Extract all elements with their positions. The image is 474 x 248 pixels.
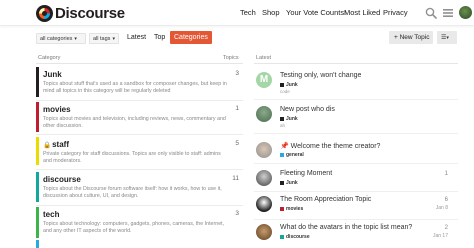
tag-filter-dropdown[interactable]: all tags ▾	[89, 33, 119, 44]
user-avatar[interactable]	[256, 224, 272, 240]
category-description: Private category for staff discussions. …	[43, 151, 221, 165]
divider	[254, 219, 458, 220]
site-logo[interactable]: Discourse	[36, 4, 125, 22]
user-avatar[interactable]	[256, 106, 272, 122]
topic-reply-count: 6	[444, 197, 448, 203]
topic-title[interactable]: Fleeting Moment	[280, 170, 332, 177]
topic-date: Jan 8	[435, 205, 448, 211]
category-row-tech[interactable]: tech 3 Topics about technology: computer…	[36, 207, 243, 238]
category-description: Topics about the Discourse forum softwar…	[43, 186, 222, 200]
divider	[254, 133, 458, 134]
category-color-swatch	[280, 181, 284, 185]
category-name[interactable]: tech	[43, 210, 59, 219]
divider	[36, 63, 243, 64]
tab-top[interactable]: Top	[150, 31, 169, 44]
user-avatar[interactable]	[256, 170, 272, 186]
latest-topic-item[interactable]: M Testing only, won't change Junk code	[256, 72, 456, 96]
category-filter-value: all categories	[40, 36, 73, 42]
category-row-discourse[interactable]: discourse 11 Topics about the Discourse …	[36, 172, 243, 202]
topic-category[interactable]: Junk	[280, 116, 298, 122]
topics-column-header: Topics	[223, 55, 239, 61]
topic-category[interactable]: general	[280, 152, 304, 158]
category-color-swatch	[280, 153, 284, 157]
category-description: Topics about stuff that's used as a sand…	[43, 81, 227, 95]
category-description: Topics about technology: computers, gadg…	[43, 221, 225, 235]
divider	[36, 134, 243, 135]
divider	[36, 205, 243, 206]
discourse-logo-icon	[36, 4, 53, 22]
latest-topic-item[interactable]: The Room Appreciation Topic movies 6 Jan…	[256, 196, 456, 220]
list-options-button[interactable]: ☰▾	[437, 31, 457, 44]
topic-reply-count: 1	[444, 171, 448, 177]
search-icon[interactable]	[425, 7, 437, 19]
divider	[36, 169, 243, 170]
nav-link-shop[interactable]: Shop	[262, 8, 280, 17]
category-row-junk[interactable]: Junk 3 Topics about stuff that's used as…	[36, 67, 243, 97]
category-color-swatch	[280, 117, 284, 121]
category-color-swatch	[280, 83, 284, 87]
site-header: Discourse Tech Shop Your Vote Counts! Mo…	[0, 0, 474, 26]
category-name[interactable]: discourse	[43, 175, 81, 184]
category-topic-count: 3	[235, 210, 239, 217]
topic-category[interactable]: Junk	[280, 82, 298, 88]
nav-link-privacy[interactable]: Privacy	[383, 8, 408, 17]
chevron-down-icon: ▾	[112, 36, 115, 42]
plus-icon: +	[394, 34, 398, 41]
tab-latest[interactable]: Latest	[123, 31, 150, 44]
nav-link-tech[interactable]: Tech	[240, 8, 256, 17]
category-description: Topics about movies and television, incl…	[43, 116, 226, 130]
topic-poster[interactable]: ah	[280, 123, 285, 128]
category-row-staff[interactable]: 🔒staff 5 Private category for staff disc…	[36, 137, 243, 165]
category-topic-count: 3	[235, 70, 239, 77]
category-topic-count: 1	[235, 105, 239, 112]
latest-column-header: Latest	[256, 55, 271, 61]
pin-icon: 📌	[280, 143, 291, 150]
category-column-header: Category	[38, 55, 61, 61]
latest-topic-item[interactable]: What do the avatars in the topic list me…	[256, 224, 456, 248]
nav-link-most-liked[interactable]: Most Liked	[344, 8, 380, 17]
current-user-avatar[interactable]	[459, 6, 472, 19]
topic-title[interactable]: New post who dis	[280, 106, 335, 113]
new-topic-button[interactable]: + New Topic	[389, 31, 433, 44]
topic-category[interactable]: discourse	[280, 234, 310, 240]
topic-category[interactable]: movies	[280, 206, 303, 212]
category-row-partial[interactable]	[36, 240, 243, 248]
lock-icon: 🔒	[43, 142, 52, 149]
user-avatar[interactable]	[256, 196, 272, 212]
category-row-movies[interactable]: movies 1 Topics about movies and televis…	[36, 102, 243, 132]
user-avatar[interactable]	[256, 142, 272, 158]
topic-category[interactable]: Junk	[280, 180, 298, 186]
topic-title[interactable]: The Room Appreciation Topic	[280, 196, 371, 203]
category-name[interactable]: 🔒staff	[43, 140, 69, 149]
category-filter-dropdown[interactable]: all categories ▾	[36, 33, 86, 44]
category-color-swatch	[280, 235, 284, 239]
topic-title[interactable]: Testing only, won't change	[280, 72, 361, 79]
topic-poster[interactable]: code	[280, 89, 290, 94]
latest-topic-item[interactable]: New post who dis Junk ah	[256, 106, 456, 130]
chevron-down-icon: ▾	[74, 36, 77, 42]
topic-date: Jan 17	[432, 233, 448, 239]
category-color-swatch	[280, 207, 284, 211]
category-topic-count: 5	[235, 140, 239, 147]
topic-reply-count: 2	[444, 225, 448, 231]
logo-text: Discourse	[55, 4, 125, 22]
category-name[interactable]: movies	[43, 105, 71, 114]
topic-title[interactable]: What do the avatars in the topic list me…	[280, 224, 412, 231]
user-avatar[interactable]: M	[256, 72, 272, 88]
chevron-down-icon: ▾	[446, 35, 449, 41]
tag-filter-value: all tags	[93, 36, 111, 42]
hamburger-menu-icon[interactable]	[442, 7, 454, 19]
nav-link-vote[interactable]: Your Vote Counts!	[286, 8, 346, 17]
divider	[254, 63, 458, 64]
divider	[254, 163, 458, 164]
topic-title[interactable]: 📌 Welcome the theme creator?	[280, 142, 380, 150]
new-topic-label: New Topic	[399, 34, 430, 41]
divider	[36, 100, 243, 101]
category-name[interactable]: Junk	[43, 70, 62, 79]
divider	[254, 99, 458, 100]
divider	[254, 191, 458, 192]
tab-categories[interactable]: Categories	[170, 31, 212, 44]
category-topic-count: 11	[232, 175, 239, 182]
